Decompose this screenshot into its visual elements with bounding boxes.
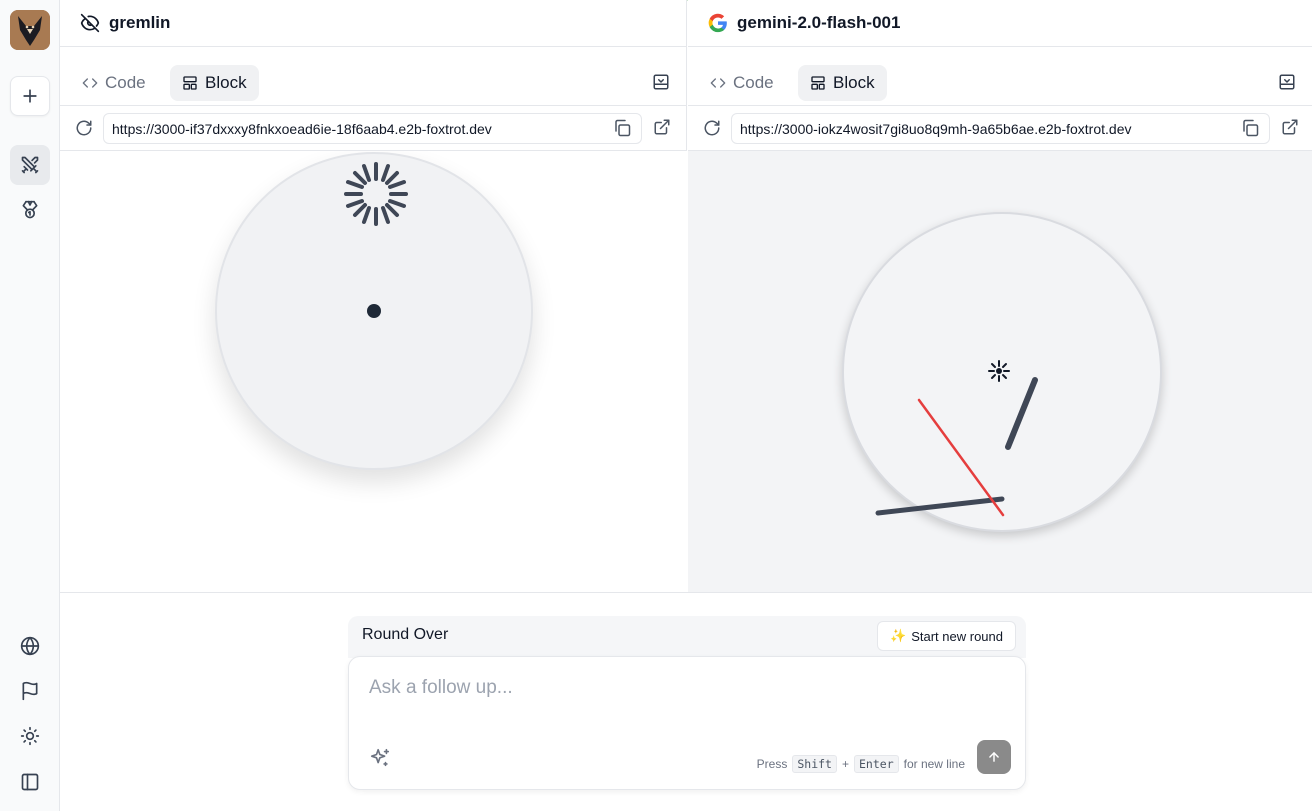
sparkles-icon[interactable] [369,747,391,769]
tab-block[interactable]: Block [798,65,887,101]
tab-block-label: Block [205,73,247,92]
sparkles-emoji-icon: ✨ [890,628,907,643]
view-tabs: Code Block [60,47,686,106]
app-logo[interactable] [10,10,50,50]
google-g-icon [708,13,727,33]
send-button[interactable] [977,740,1011,774]
composer-area: Round Over ✨ Start new round Ask a follo… [60,592,1312,811]
reload-icon[interactable] [75,119,93,137]
tab-code[interactable]: Code [70,65,158,101]
hint-suffix: for new line [903,757,965,771]
toggle-sidebar-button[interactable] [10,762,50,802]
model-name: gremlin [109,13,171,32]
url-field[interactable]: https://3000-iokz4wosit7gi8uo8q9mh-9a65b… [731,113,1270,144]
reload-icon[interactable] [703,119,721,137]
arena-nav-button[interactable] [10,145,50,185]
shift-key: Shift [792,755,837,773]
follow-up-input[interactable]: Ask a follow up... Press Shift + Enter f… [348,656,1026,790]
leaderboard-nav-button[interactable] [10,190,50,230]
newline-hint: Press Shift + Enter for new line [757,755,965,773]
tab-code-label: Code [733,73,774,92]
hint-plus: + [841,757,849,771]
sun-icon [20,726,40,746]
layout-icon [183,76,197,90]
url-field[interactable]: https://3000-if37dxxxy8fnkxoead6ie-18f6a… [103,113,642,144]
tab-code[interactable]: Code [698,65,786,101]
flag-icon [22,681,38,701]
round-status-bar: Round Over ✨ Start new round [348,616,1026,658]
model-panel-a: gremlin Code Block https://3000-if37dxxx… [60,0,687,592]
url-bar: https://3000-iokz4wosit7gi8uo8q9mh-9a65b… [688,106,1312,151]
clock-center-dot [367,304,381,318]
external-link-icon[interactable] [1281,118,1299,136]
input-placeholder: Ask a follow up... [369,677,513,698]
model-panel-b: gemini-2.0-flash-001 Code Block https://… [688,0,1312,592]
tab-block[interactable]: Block [170,65,259,101]
hour-hand [1005,377,1038,450]
external-link-icon[interactable] [653,118,671,136]
copy-icon[interactable] [613,119,631,137]
code-icon [710,78,726,88]
theme-toggle-button[interactable] [10,716,50,756]
globe-icon [20,636,40,656]
medal-icon [22,200,38,219]
sidebar-panel-icon [21,773,39,791]
layout-icon [811,76,825,90]
preview-canvas[interactable] [688,151,1312,592]
start-new-round-button[interactable]: ✨ Start new round [877,621,1016,651]
sidebar [0,0,60,811]
new-chat-button[interactable] [10,76,50,116]
plus-icon [23,89,37,103]
tab-block-label: Block [833,73,875,92]
collapse-panel-icon[interactable] [652,73,670,91]
arrow-up-icon [989,752,999,762]
view-tabs: Code Block [688,47,1312,106]
collapse-panel-icon[interactable] [1278,73,1296,91]
report-nav-button[interactable] [10,671,50,711]
code-icon [82,78,98,88]
crossed-swords-icon [21,156,39,174]
panel-header: gemini-2.0-flash-001 [688,0,1312,47]
url-text: https://3000-iokz4wosit7gi8uo8q9mh-9a65b… [740,121,1132,137]
second-hand [917,398,1005,517]
round-status: Round Over [362,626,449,643]
enter-key: Enter [854,755,899,773]
clock-drawing [344,162,408,318]
preview-canvas[interactable] [60,151,687,592]
clock-drawing [875,360,1038,517]
url-text: https://3000-if37dxxxy8fnkxoead6ie-18f6a… [112,121,492,137]
loading-spinner-icon [344,162,408,226]
language-nav-button[interactable] [10,626,50,666]
url-bar: https://3000-if37dxxxy8fnkxoead6ie-18f6a… [60,106,686,151]
tab-code-label: Code [105,73,146,92]
start-new-round-label: Start new round [911,628,1003,644]
fox-logo-icon [10,10,50,50]
minute-hand [875,496,1005,516]
clock-center-dot [996,368,1002,374]
eye-off-icon [80,13,100,33]
model-name: gemini-2.0-flash-001 [737,13,901,32]
hint-press: Press [756,757,788,771]
copy-icon[interactable] [1241,119,1259,137]
panel-header: gremlin [60,0,686,47]
